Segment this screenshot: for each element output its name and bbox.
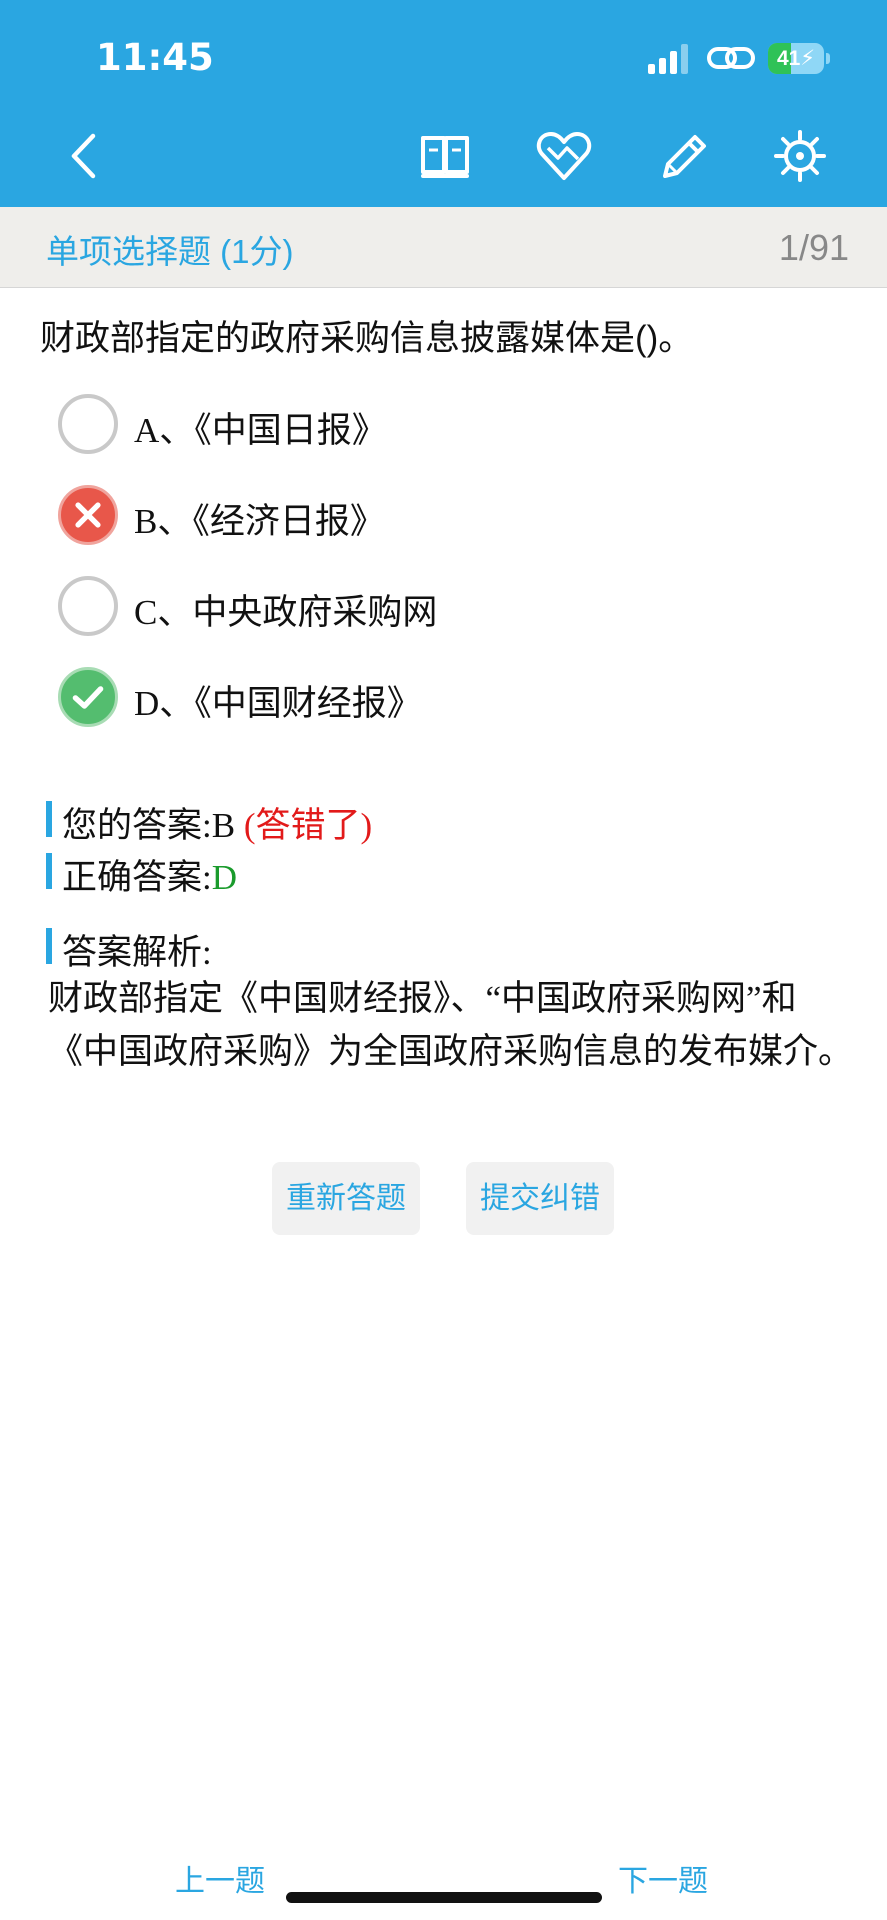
- personal-hotspot-icon: [707, 47, 755, 69]
- heart-icon[interactable]: [534, 126, 594, 186]
- option-label: B、《经济日报》: [134, 502, 385, 541]
- prev-question-link[interactable]: 上一题: [175, 1856, 265, 1900]
- option-d[interactable]: D、《中国财经报》: [56, 663, 816, 731]
- battery-tip: [826, 53, 830, 64]
- correct-answer-label: 正确答案:: [62, 858, 212, 897]
- option-b[interactable]: B、《经济日报》: [56, 481, 816, 549]
- check-correct-icon: [58, 667, 118, 727]
- question-title-bar: 单项选择题 (1分) 1/91: [0, 207, 887, 288]
- battery-level-text: 41⚡: [776, 47, 816, 70]
- gear-icon[interactable]: [770, 126, 830, 186]
- option-label: D、《中国财经报》: [134, 684, 422, 723]
- radio-empty-icon: [58, 576, 118, 636]
- option-label: A、《中国日报》: [134, 411, 387, 450]
- analysis-label: 答案解析:: [62, 933, 212, 972]
- status-time: 11:45: [96, 36, 214, 79]
- section-marker: [46, 928, 52, 964]
- question-type-label: 单项选择题 (1分): [46, 233, 294, 270]
- app-header: 11:45 41⚡: [0, 0, 887, 207]
- report-error-button[interactable]: 提交纠错: [466, 1162, 614, 1235]
- your-answer-value: B: [211, 806, 236, 845]
- section-marker: [46, 801, 52, 837]
- question-text: 财政部指定的政府采购信息披露媒体是()。: [40, 319, 694, 358]
- home-indicator: [286, 1892, 602, 1903]
- radio-empty-icon: [58, 394, 118, 454]
- pencil-icon[interactable]: [653, 126, 713, 186]
- answer-wrong-status: (答错了): [243, 806, 373, 845]
- next-question-link[interactable]: 下一题: [618, 1856, 708, 1900]
- analysis-text: 财政部指定《中国财经报》、“中国政府采购网”和《中国政府采购》为全国政府采购信息…: [48, 979, 854, 1071]
- option-c[interactable]: C、中央政府采购网: [56, 572, 816, 640]
- option-a[interactable]: A、《中国日报》: [56, 390, 816, 458]
- section-marker: [46, 853, 52, 889]
- redo-button[interactable]: 重新答题: [272, 1162, 420, 1235]
- question-counter: 1/91: [778, 227, 849, 268]
- wrong-x-icon: [58, 485, 118, 545]
- back-icon[interactable]: [56, 126, 116, 186]
- correct-answer-value: D: [211, 858, 238, 897]
- option-label: C、中央政府采购网: [134, 593, 438, 632]
- cellular-signal-icon: [648, 44, 688, 74]
- book-icon[interactable]: [415, 126, 475, 186]
- battery-indicator: 41⚡: [768, 43, 824, 74]
- your-answer-label: 您的答案:: [62, 806, 212, 845]
